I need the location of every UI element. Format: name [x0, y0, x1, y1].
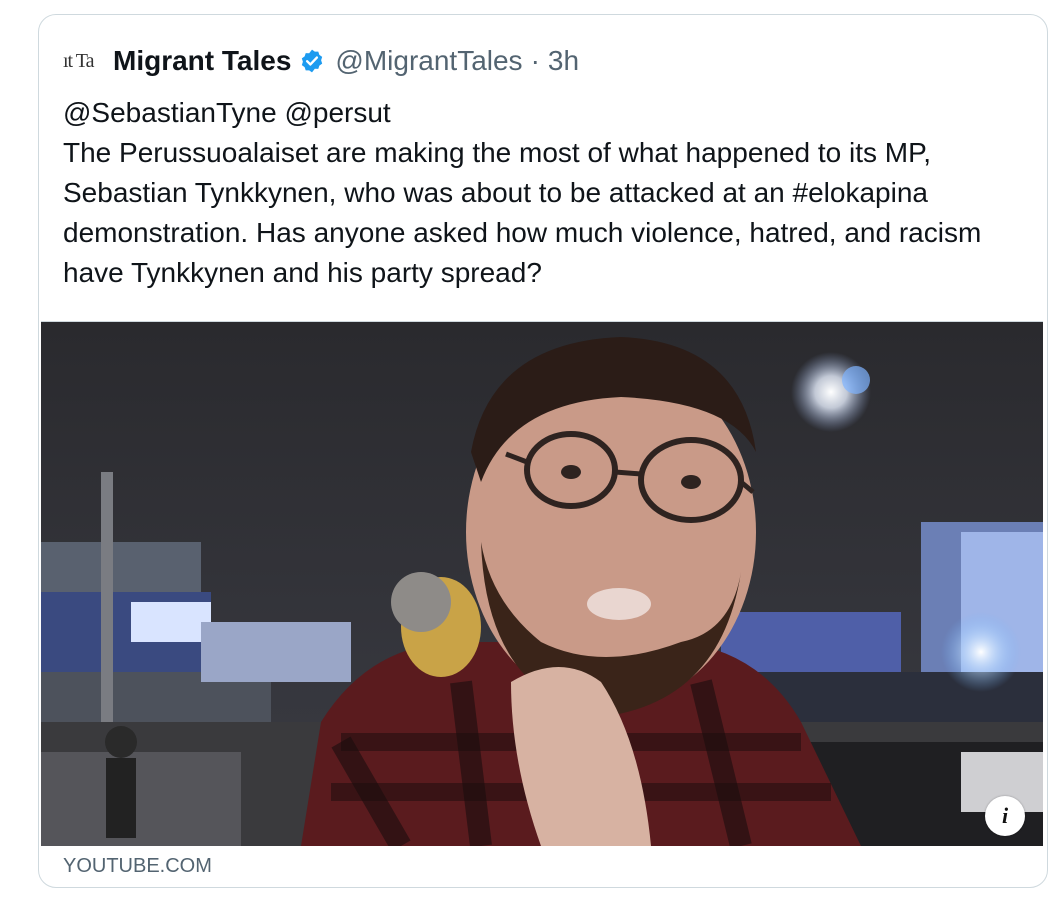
tweet-mentions[interactable]: @SebastianTyne @persut [63, 93, 1023, 133]
tweet-content: The Perussuoalaiset are making the most … [63, 137, 982, 288]
tweet-header: ıt Ta Migrant Tales @MigrantTales · 3h [63, 41, 579, 81]
display-name[interactable]: Migrant Tales [113, 45, 291, 77]
timestamp[interactable]: 3h [548, 45, 579, 77]
handle[interactable]: @MigrantTales [335, 45, 522, 77]
separator: · [530, 45, 540, 76]
info-icon[interactable]: i [985, 796, 1025, 836]
avatar[interactable]: ıt Ta [63, 41, 107, 81]
link-preview-image[interactable]: i [41, 321, 1043, 846]
video-thumbnail [41, 322, 1043, 846]
tweet-text: @SebastianTyne @persut The Perussuoalais… [63, 93, 1023, 293]
verified-badge-icon [299, 48, 325, 74]
tweet-card[interactable]: ıt Ta Migrant Tales @MigrantTales · 3h @… [38, 14, 1048, 888]
card-domain[interactable]: YOUTUBE.COM [63, 855, 212, 878]
